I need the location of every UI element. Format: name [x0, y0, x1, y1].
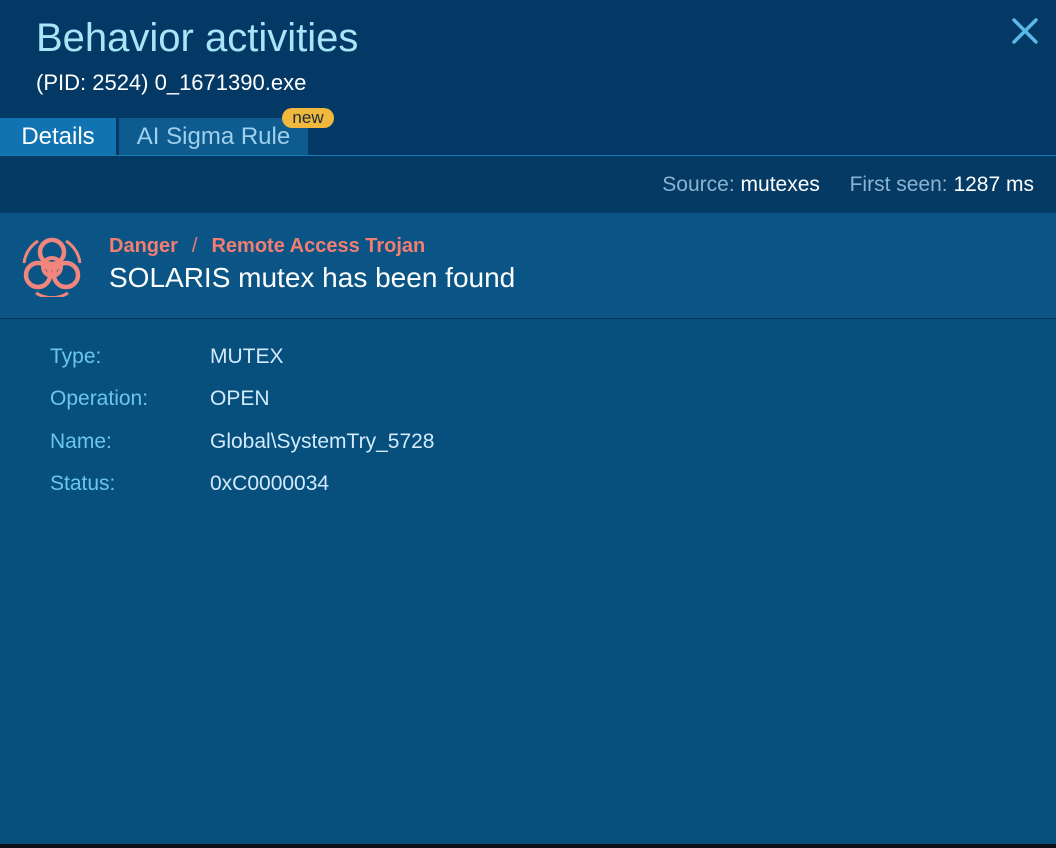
tab-details[interactable]: Details — [0, 118, 116, 155]
alert-section: Danger / Remote Access Trojan SOLARIS mute… — [0, 213, 1056, 319]
new-badge: new — [282, 108, 334, 128]
modal-header: Behavior activities (PID: 2524) 0_167139… — [0, 0, 1056, 156]
detail-key: Status: — [50, 472, 116, 495]
detail-row-operation: Operation: OPEN — [50, 384, 750, 414]
tab-bar: Details AI Sigma Rule — [0, 118, 1056, 155]
behavior-activities-modal: Behavior activities (PID: 2524) 0_167139… — [0, 0, 1056, 844]
meta-bar: Source: mutexes First seen: 1287 ms — [0, 156, 1056, 213]
detail-key: Operation: — [50, 387, 149, 410]
detail-row-type: Type: MUTEX — [50, 342, 750, 372]
category-separator: / — [191, 235, 198, 257]
source-label: Source: — [662, 173, 735, 196]
severity-label: Danger — [109, 235, 178, 257]
bottom-edge — [0, 844, 1056, 848]
detail-row-name: Name: Global\SystemTry_5728 — [50, 427, 750, 457]
first-seen-label: First seen: — [849, 173, 948, 196]
detail-key: Type: — [50, 345, 102, 368]
modal-title: Behavior activities — [36, 16, 359, 60]
close-button[interactable] — [1008, 14, 1042, 48]
alert-title: SOLARIS mutex has been found — [109, 262, 516, 293]
tab-ai-sigma-rule[interactable]: AI Sigma Rule — [119, 118, 308, 155]
detail-value: MUTEX — [210, 345, 284, 368]
detail-row-status: Status: 0xC0000034 — [50, 469, 750, 499]
source-value: mutexes — [740, 173, 820, 196]
meta-info: Source: mutexes First seen: 1287 ms — [662, 172, 1034, 198]
alert-category: Danger / Remote Access Trojan — [109, 233, 425, 259]
detail-key: Name: — [50, 430, 112, 453]
process-subtitle: (PID: 2524) 0_1671390.exe — [36, 70, 307, 95]
close-icon — [1012, 18, 1038, 44]
detail-value: Global\SystemTry_5728 — [210, 430, 435, 453]
detail-value: 0xC0000034 — [210, 472, 330, 495]
biohazard-icon — [22, 237, 82, 297]
detail-value: OPEN — [210, 387, 270, 410]
first-seen-value: 1287 ms — [953, 173, 1034, 196]
category-label: Remote Access Trojan — [211, 235, 426, 257]
